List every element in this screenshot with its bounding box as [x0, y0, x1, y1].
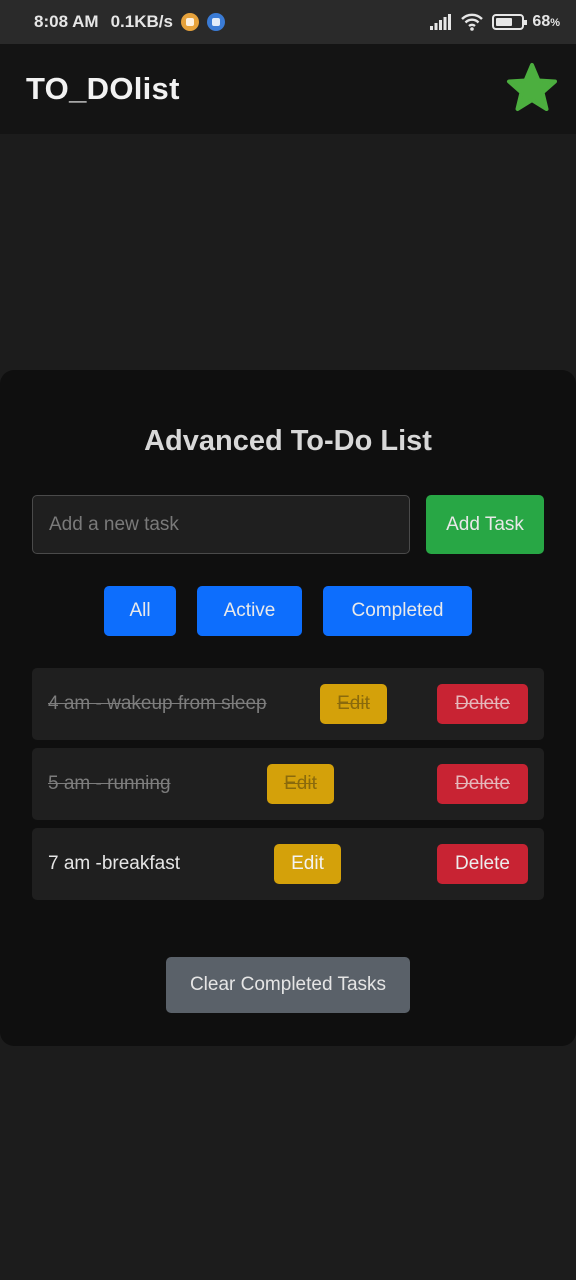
edit-task-button[interactable]: Edit [267, 764, 334, 804]
status-right: 68% [430, 12, 560, 32]
delete-task-button[interactable]: Delete [437, 844, 528, 884]
task-text: 5 am - running [48, 773, 171, 794]
battery-level [496, 18, 513, 26]
battery-percent: 68 [532, 13, 551, 30]
status-time: 8:08 AM [34, 12, 99, 31]
new-task-input[interactable] [32, 495, 410, 554]
star-icon[interactable] [504, 61, 560, 117]
percent-sign: % [550, 17, 560, 29]
filter-active-button[interactable]: Active [197, 586, 302, 636]
filter-all-button[interactable]: All [104, 586, 176, 636]
edit-task-button[interactable]: Edit [274, 844, 341, 884]
delete-task-button[interactable]: Delete [437, 764, 528, 804]
battery-percent-group: 68% [532, 13, 560, 31]
signal-icon [430, 14, 452, 30]
filter-completed-button[interactable]: Completed [323, 586, 472, 636]
todo-title: Advanced To-Do List [144, 425, 432, 457]
wifi-icon [461, 13, 484, 31]
task-row: 4 am - wakeup from sleep Edit Delete [32, 668, 544, 740]
edit-task-button[interactable]: Edit [320, 684, 387, 724]
status-bar: 8:08 AM 0.1KB/s 68% [0, 0, 576, 44]
clear-completed-button[interactable]: Clear Completed Tasks [166, 957, 410, 1013]
task-text: 4 am - wakeup from sleep [48, 693, 267, 714]
status-left: 8:08 AM 0.1KB/s [34, 12, 225, 32]
notification-app-icon [180, 13, 199, 31]
delete-task-button[interactable]: Delete [437, 684, 528, 724]
app-title: TO_DOlist [26, 71, 180, 106]
task-text: 7 am -breakfast [48, 853, 180, 874]
task-row: 5 am - running Edit Delete [32, 748, 544, 820]
network-speed: 0.1KB/s [110, 12, 173, 31]
battery-icon [492, 14, 528, 30]
add-task-button[interactable]: Add Task [426, 495, 544, 554]
task-row: 7 am -breakfast Edit Delete [32, 828, 544, 900]
app-bar: TO_DOlist [0, 44, 576, 134]
notification-message-icon [206, 13, 225, 31]
